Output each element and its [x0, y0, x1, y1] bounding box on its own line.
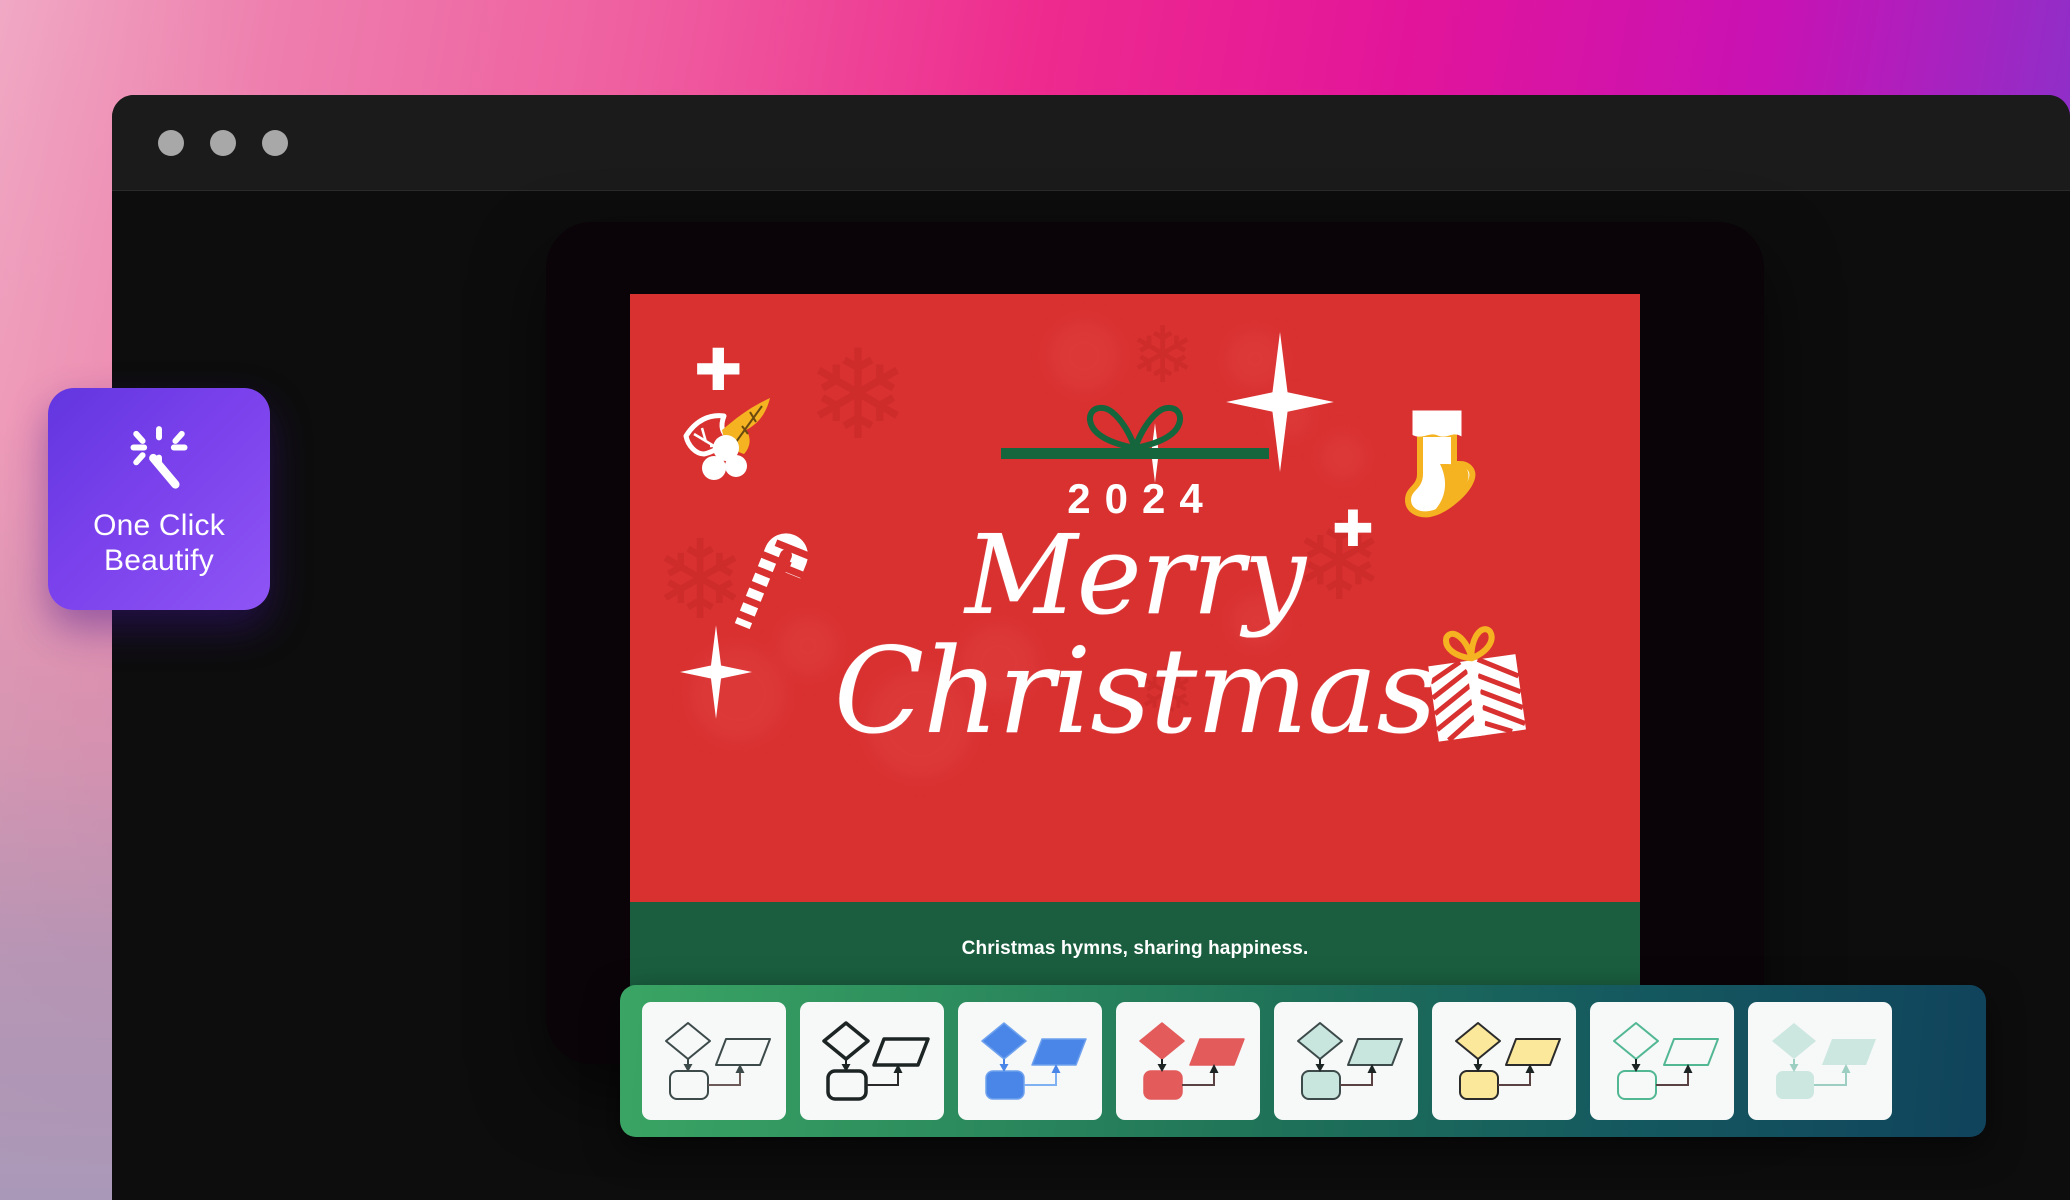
style-thumbnail-strip[interactable] — [620, 985, 1986, 1137]
flowchart-preview-icon — [1613, 1022, 1719, 1100]
style-mint-flat[interactable] — [1748, 1002, 1892, 1120]
card-ribbon-header: 2024 — [1001, 402, 1269, 523]
window-controls[interactable] — [158, 129, 288, 156]
greeting-line1: Merry — [964, 511, 1306, 639]
card-greeting: Merry Christmas — [765, 517, 1505, 760]
window-titlebar — [112, 95, 2070, 191]
style-mint-solid[interactable] — [1274, 1002, 1418, 1120]
beautify-label: One Click Beautify — [93, 509, 225, 579]
flowchart-preview-icon — [822, 1021, 930, 1101]
style-red-solid[interactable] — [1116, 1002, 1260, 1120]
beautify-label-line2: Beautify — [104, 544, 214, 577]
stocking-icon — [1405, 410, 1476, 518]
greeting-line2: Christmas — [833, 621, 1437, 760]
card-footer-text: Christmas hymns, sharing happiness. — [961, 938, 1309, 959]
one-click-beautify-button[interactable]: One Click Beautify — [48, 388, 270, 610]
minimize-dot[interactable] — [210, 129, 236, 156]
snowflake-icon: ❄ — [806, 327, 910, 465]
style-outline-thin[interactable] — [642, 1002, 786, 1120]
sparkle-wand-icon — [130, 426, 188, 489]
flowchart-preview-icon — [981, 1022, 1087, 1100]
style-yellow-solid[interactable] — [1432, 1002, 1576, 1120]
flowchart-preview-icon — [1139, 1022, 1245, 1100]
close-dot[interactable] — [158, 129, 184, 156]
flowchart-preview-icon — [1772, 1023, 1876, 1099]
maximize-dot[interactable] — [262, 129, 288, 156]
christmas-card[interactable]: ❄ ❄ ❄ ❄ ❄ ✚ ✚ 2024 Merry Christmas — [630, 294, 1640, 902]
style-outline-bold[interactable] — [800, 1002, 944, 1120]
style-mint-outline[interactable] — [1590, 1002, 1734, 1120]
sparkle-star-icon — [680, 625, 752, 719]
gift-bow-icon — [1087, 404, 1183, 450]
flowchart-preview-icon — [1297, 1022, 1403, 1100]
style-blue-solid[interactable] — [958, 1002, 1102, 1120]
holly-icon — [683, 398, 770, 480]
beautify-label-line1: One Click — [93, 509, 225, 543]
snowflake-icon: ❄ — [1130, 311, 1196, 399]
tablet-screen: ❄ ❄ ❄ ❄ ❄ ✚ ✚ 2024 Merry Christmas Chris… — [630, 294, 1640, 1064]
flowchart-preview-icon — [1455, 1022, 1561, 1100]
tablet-device-frame: ❄ ❄ ❄ ❄ ❄ ✚ ✚ 2024 Merry Christmas Chris… — [546, 222, 1764, 1064]
bokeh-circle — [1048, 320, 1120, 392]
flowchart-preview-icon — [665, 1022, 771, 1100]
